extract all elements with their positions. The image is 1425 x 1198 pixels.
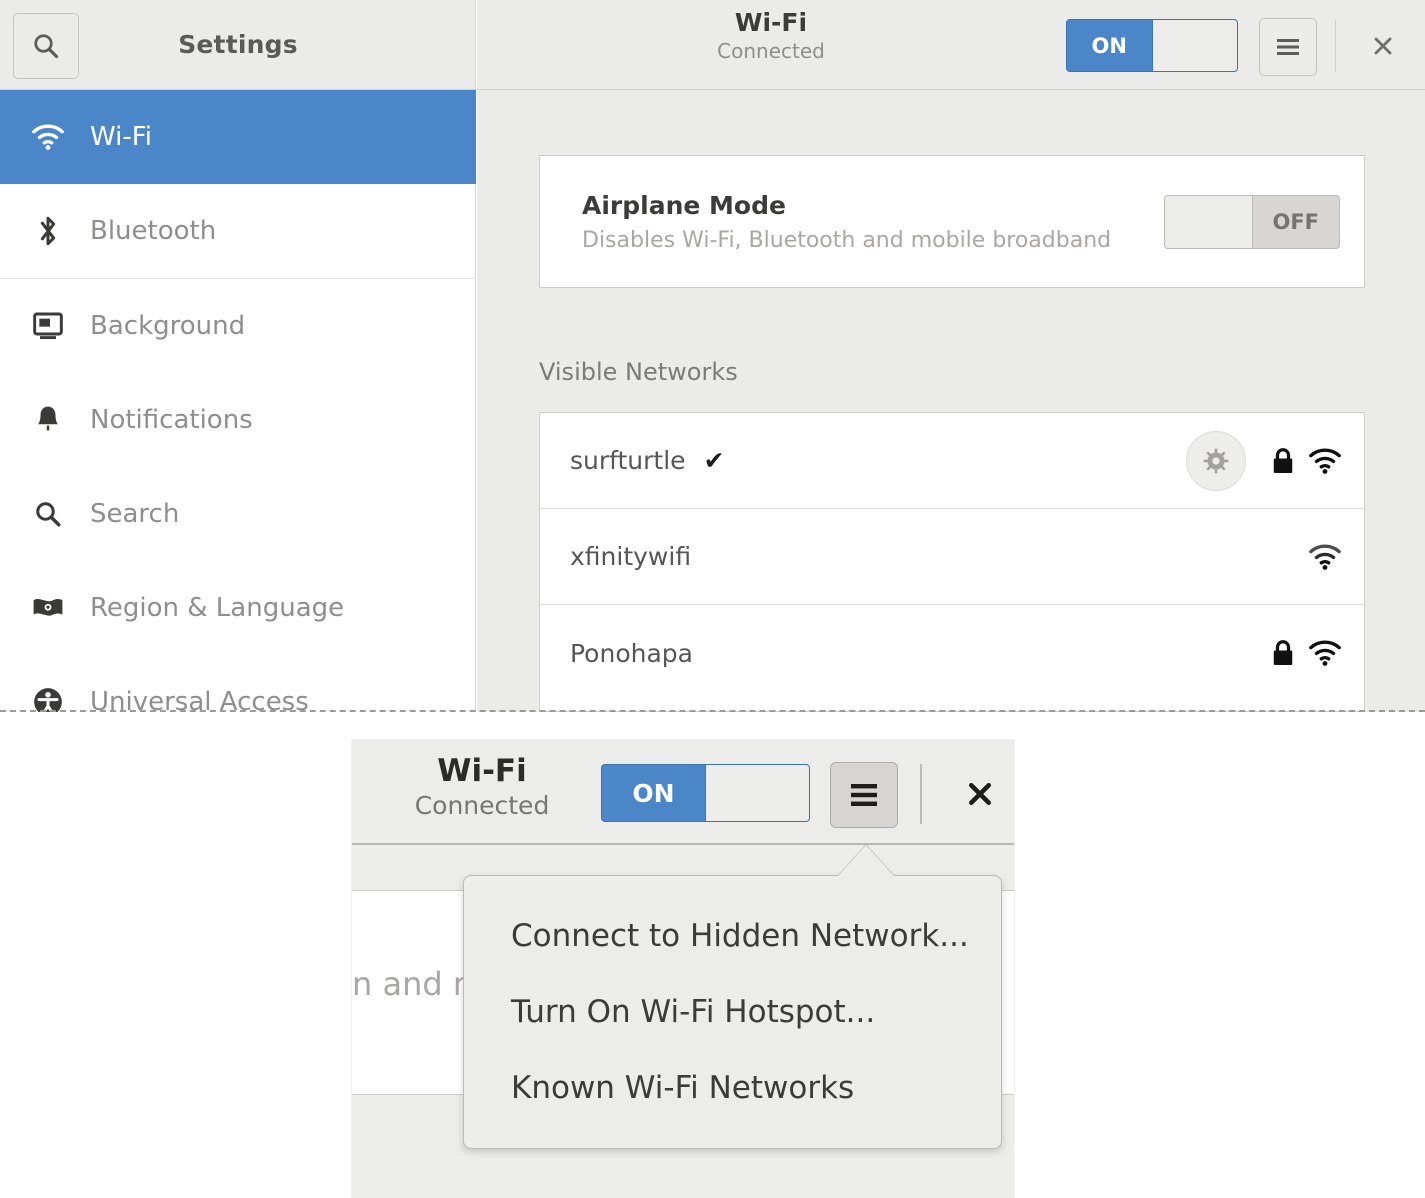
sidebar-item-label: Notifications [90, 405, 253, 435]
lock-icon [1270, 638, 1296, 668]
sidebar-item-label: Background [90, 311, 246, 341]
airplane-mode-texts: Airplane Mode Disables Wi-Fi, Bluetooth … [582, 191, 1164, 253]
content-panel: Wi-Fi Connected ON Airplane Mode Disable… [477, 0, 1425, 712]
sidebar-item-label: Region & Language [90, 593, 345, 623]
accessibility-icon [26, 686, 70, 712]
overlay-wifi-toggle-label: ON [632, 778, 675, 808]
overlay-header-titles: Wi-Fi Connected [392, 752, 572, 822]
bell-icon [26, 404, 70, 436]
menu-item-turn-on-hotspot[interactable]: Turn On Wi-Fi Hotspot... [464, 974, 1001, 1050]
sidebar: Settings Wi-Fi Bluetooth Background Noti… [0, 0, 476, 712]
overlay-close-button[interactable] [950, 764, 1010, 824]
sidebar-item-label: Bluetooth [90, 216, 217, 246]
sidebar-item-label: Wi-Fi [90, 122, 153, 152]
overlay-header-divider [920, 764, 922, 824]
sidebar-item-notifications[interactable]: Notifications [0, 373, 476, 467]
airplane-toggle-knob [1165, 195, 1253, 248]
overlay-header-subtitle: Connected [414, 791, 550, 820]
wifi-icon [26, 124, 70, 150]
sidebar-item-region-language[interactable]: Region & Language [0, 561, 476, 655]
bluetooth-icon [26, 214, 70, 248]
network-name: xfinitywifi [570, 542, 692, 571]
close-icon [969, 783, 991, 805]
hamburger-icon [1277, 39, 1299, 55]
sidebar-item-label: Search [90, 499, 180, 529]
header-title: Wi-Fi [734, 8, 808, 37]
wifi-signal-icon [1308, 640, 1342, 666]
settings-window: Settings Wi-Fi Bluetooth Background Noti… [0, 0, 1425, 712]
background-icon [26, 311, 70, 341]
wifi-options-menu: Connect to Hidden Network... Turn On Wi-… [463, 875, 1002, 1149]
menu-item-known-networks[interactable]: Known Wi-Fi Networks [464, 1050, 1001, 1126]
wifi-toggle[interactable]: ON [1066, 19, 1238, 72]
flag-icon [26, 594, 70, 622]
wifi-toggle-label: ON [1091, 33, 1127, 58]
airplane-mode-title: Airplane Mode [582, 190, 786, 220]
header-divider [1335, 20, 1336, 72]
hamburger-icon [851, 784, 877, 806]
sidebar-item-universal-access[interactable]: Universal Access [0, 655, 476, 712]
visible-networks-label: Visible Networks [539, 358, 738, 386]
network-name: Ponohapa [570, 638, 693, 668]
overlay-header: Wi-Fi Connected ON [352, 740, 1014, 845]
page-title: Settings [178, 30, 298, 59]
overlay-header-title: Wi-Fi [437, 753, 527, 789]
airplane-mode-toggle[interactable]: OFF [1164, 194, 1340, 249]
airplane-mode-card: Airplane Mode Disables Wi-Fi, Bluetooth … [539, 155, 1365, 288]
sidebar-item-bluetooth[interactable]: Bluetooth [0, 184, 476, 278]
close-icon [1374, 37, 1392, 55]
wifi-signal-icon [1308, 448, 1342, 474]
network-row[interactable]: Ponohapa [540, 605, 1364, 701]
visible-networks-list: surfturtle ✔ xfinitywifi Ponohapa [539, 412, 1365, 712]
overlay-wifi-toggle[interactable]: ON [601, 764, 810, 822]
menu-item-connect-hidden-network[interactable]: Connect to Hidden Network... [464, 898, 1001, 974]
wifi-toggle-knob [1151, 20, 1237, 71]
connected-check-icon: ✔ [703, 446, 725, 475]
header-subtitle: Connected [717, 39, 825, 63]
wifi-signal-icon [1308, 544, 1342, 570]
content-header: Wi-Fi Connected ON [477, 0, 1425, 90]
close-button[interactable] [1355, 18, 1411, 74]
gear-icon [1203, 448, 1229, 473]
search-icon [26, 499, 70, 529]
menu-popup-arrow [838, 845, 894, 876]
airplane-mode-description: Disables Wi-Fi, Bluetooth and mobile bro… [582, 227, 1112, 253]
sidebar-item-search[interactable]: Search [0, 467, 476, 561]
overlay-menu-button[interactable] [830, 762, 898, 828]
sidebar-item-label: Universal Access [90, 687, 309, 712]
lock-icon [1270, 446, 1296, 476]
network-settings-button[interactable] [1186, 430, 1246, 491]
network-row[interactable]: surfturtle ✔ [540, 413, 1364, 509]
overlay-wifi-toggle-knob [705, 765, 809, 821]
header-menu-button[interactable] [1259, 18, 1317, 76]
sidebar-header: Settings [0, 0, 475, 90]
airplane-toggle-label: OFF [1272, 209, 1320, 234]
network-name: surfturtle [570, 446, 686, 475]
network-row[interactable]: xfinitywifi [540, 509, 1364, 605]
sidebar-item-wifi[interactable]: Wi-Fi [0, 90, 476, 184]
crop-boundary-dashed-line [0, 710, 1425, 712]
sidebar-item-background[interactable]: Background [0, 279, 476, 373]
sidebar-list: Wi-Fi Bluetooth Background Notifications… [0, 90, 476, 712]
